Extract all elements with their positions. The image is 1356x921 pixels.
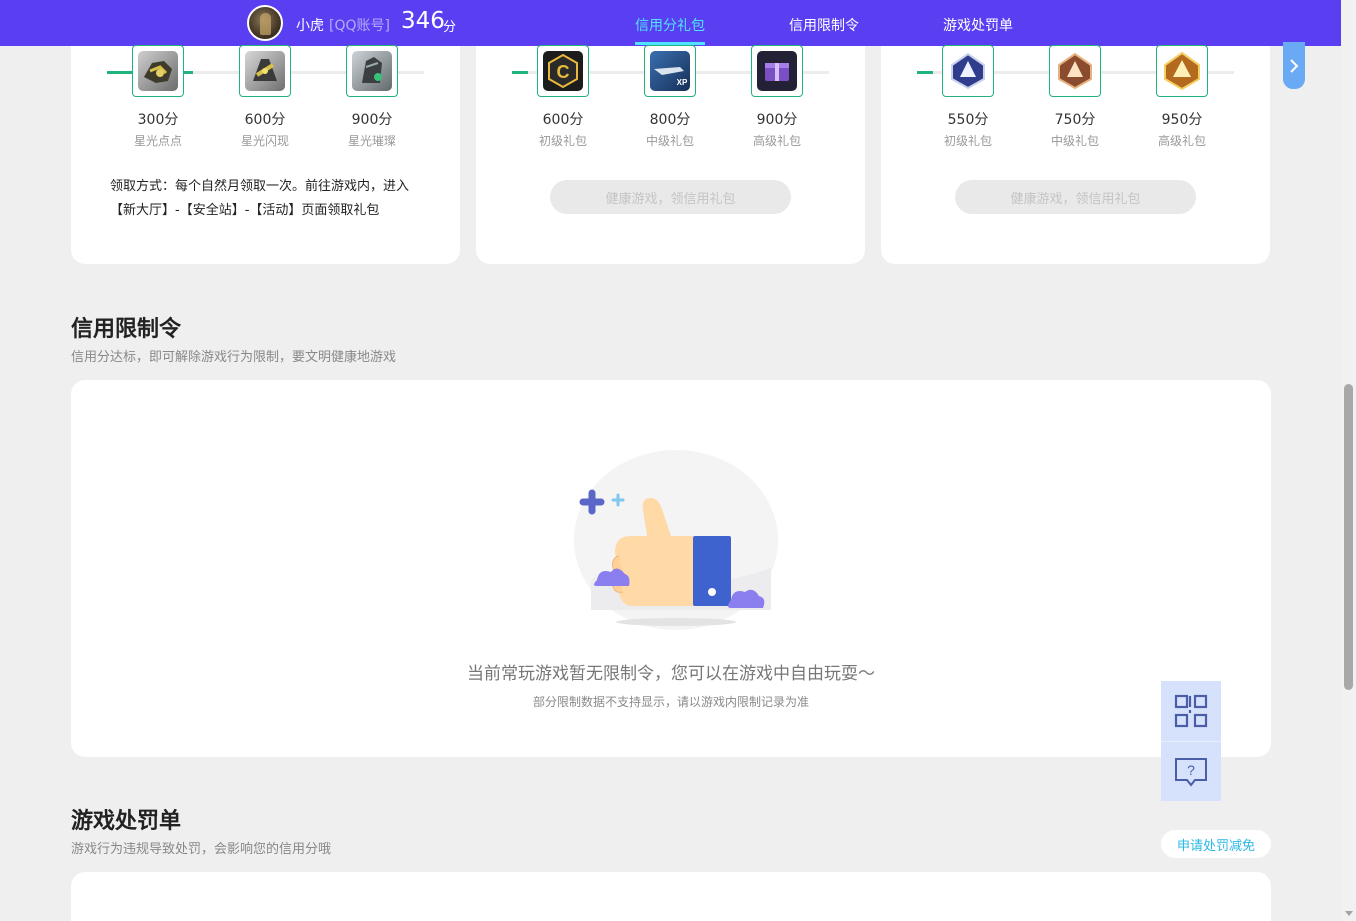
progress-fill bbox=[917, 71, 933, 74]
reward-points: 600分 bbox=[244, 112, 286, 128]
credit-score-unit: 分 bbox=[443, 20, 457, 35]
reward-label: 中级礼包 bbox=[1050, 134, 1099, 148]
claim-gift-button-disabled[interactable]: 健康游戏，领信用礼包 bbox=[550, 180, 791, 214]
gift-card-starlight: 300分 600分 900分 星光点点 星光闪现 星光璀璨 领取方式：每个自然月… bbox=[71, 45, 460, 264]
claim-gift-button-disabled[interactable]: 健康游戏，领信用礼包 bbox=[955, 180, 1196, 214]
reward-points: 600分 bbox=[542, 112, 584, 128]
gift-box-icon: C bbox=[543, 51, 583, 91]
progress-fill bbox=[512, 71, 528, 74]
credit-score: 346 bbox=[401, 8, 445, 34]
reward-label: 高级礼包 bbox=[1157, 134, 1206, 148]
section-title-restriction: 信用限制令 bbox=[71, 317, 182, 342]
penalty-card bbox=[71, 872, 1271, 921]
tab-game-penalty[interactable]: 游戏处罚单 bbox=[943, 15, 1013, 35]
svg-text:C: C bbox=[557, 62, 570, 82]
scroll-down-arrow-icon[interactable] bbox=[1345, 911, 1353, 916]
restriction-empty-note: 部分限制数据不支持显示，请以游戏内限制记录为准 bbox=[532, 695, 809, 709]
tab-credit-gift[interactable]: 信用分礼包 bbox=[635, 15, 705, 35]
reward-points: 800分 bbox=[649, 112, 691, 128]
reward-label: 初级礼包 bbox=[538, 134, 587, 148]
reward-item[interactable] bbox=[1049, 45, 1101, 97]
qr-code-icon bbox=[1174, 694, 1208, 728]
top-navigation-bar: 小虎 [QQ账号] 346 分 信用分礼包 信用限制令 游戏处罚单 bbox=[0, 0, 1341, 46]
apply-penalty-reduction-button[interactable]: 申请处罚减免 bbox=[1161, 830, 1271, 858]
reward-points: 950分 bbox=[1161, 112, 1203, 128]
claim-instructions: 领取方式：每个自然月领取一次。前往游戏内，进入【新大厅】-【安全站】-【活动】页… bbox=[110, 179, 410, 218]
weapon-skin-icon bbox=[352, 51, 392, 91]
reward-label: 初级礼包 bbox=[943, 134, 992, 148]
restriction-empty-message: 当前常玩游戏暂无限制令，您可以在游戏中自由玩耍～ bbox=[467, 664, 875, 684]
scrollbar-thumb[interactable] bbox=[1344, 384, 1353, 690]
reward-points: 750分 bbox=[1054, 112, 1096, 128]
qr-code-button[interactable] bbox=[1161, 681, 1221, 741]
carousel-next-button[interactable] bbox=[1283, 42, 1305, 89]
reward-points: 550分 bbox=[947, 112, 989, 128]
weapon-skin-icon bbox=[245, 51, 285, 91]
help-chat-icon: ? bbox=[1175, 757, 1207, 787]
reward-item[interactable]: XP bbox=[644, 45, 696, 97]
reward-label: 中级礼包 bbox=[645, 134, 694, 148]
rank-badge-icon bbox=[1055, 51, 1095, 91]
reward-item[interactable] bbox=[942, 45, 994, 97]
reward-label: 星光璀璨 bbox=[347, 134, 396, 148]
reward-item[interactable]: C bbox=[537, 45, 589, 97]
section-subtitle-restriction: 信用分达标，即可解除游戏行为限制，要文明健康地游戏 bbox=[71, 350, 397, 365]
reward-item[interactable] bbox=[1156, 45, 1208, 97]
svg-text:?: ? bbox=[1187, 762, 1195, 778]
gift-box-icon: XP bbox=[650, 51, 690, 91]
section-subtitle-penalty: 游戏行为违规导致处罚，会影响您的信用分哦 bbox=[71, 842, 332, 857]
thumbs-up-illustration bbox=[574, 450, 778, 630]
floating-tools-panel: ? bbox=[1161, 681, 1221, 801]
reward-points: 900分 bbox=[351, 112, 393, 128]
rank-badge-icon bbox=[1162, 51, 1202, 91]
user-avatar[interactable] bbox=[247, 5, 283, 41]
restriction-empty-card: 当前常玩游戏暂无限制令，您可以在游戏中自由玩耍～ 部分限制数据不支持显示，请以游… bbox=[71, 380, 1271, 757]
help-button[interactable]: ? bbox=[1161, 741, 1221, 801]
gift-box-icon bbox=[757, 51, 797, 91]
gift-card-game-b: C XP 600分 800分 900分 初级礼包 中级礼包 高级礼包 健康游戏，… bbox=[476, 45, 865, 264]
chevron-right-icon bbox=[1290, 58, 1299, 73]
account-type: [QQ账号] bbox=[329, 18, 390, 34]
tab-credit-restriction[interactable]: 信用限制令 bbox=[789, 15, 859, 35]
gift-card-game-c: 550分 750分 950分 初级礼包 中级礼包 高级礼包 健康游戏，领信用礼包 bbox=[881, 45, 1270, 264]
reward-label: 星光闪现 bbox=[240, 134, 289, 148]
reward-item[interactable] bbox=[346, 45, 398, 97]
reward-item[interactable] bbox=[751, 45, 803, 97]
reward-item[interactable] bbox=[239, 45, 291, 97]
reward-points: 300分 bbox=[137, 112, 179, 128]
rank-badge-icon bbox=[948, 51, 988, 91]
reward-label: 高级礼包 bbox=[752, 134, 801, 148]
section-title-penalty: 游戏处罚单 bbox=[71, 809, 182, 834]
reward-item[interactable] bbox=[132, 45, 184, 97]
username: 小虎 bbox=[296, 18, 324, 34]
weapon-skin-icon bbox=[138, 51, 178, 91]
reward-label: 星光点点 bbox=[133, 134, 182, 148]
reward-points: 900分 bbox=[756, 112, 798, 128]
svg-text:XP: XP bbox=[677, 78, 688, 87]
